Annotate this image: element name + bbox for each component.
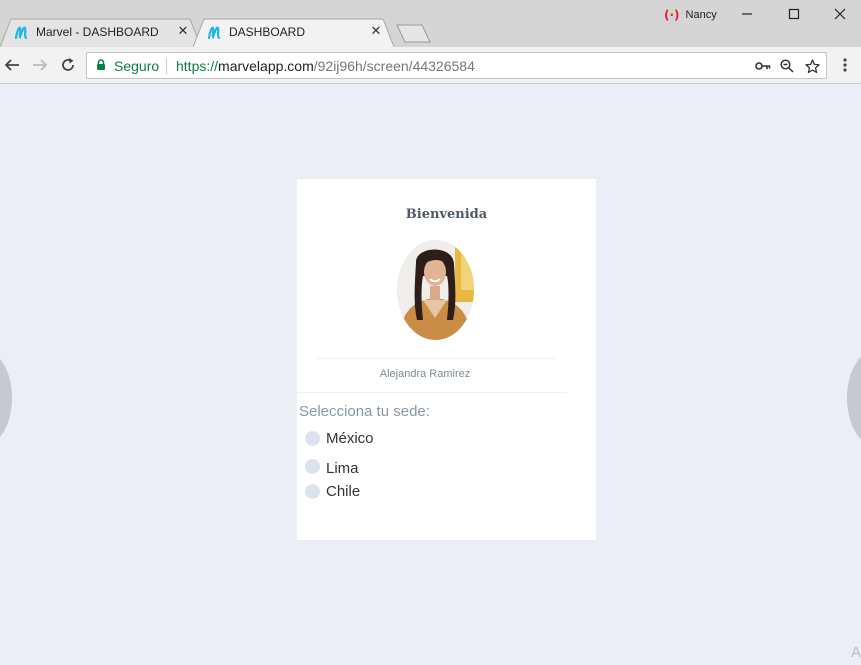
location-option-lima[interactable]: Lima — [305, 456, 359, 477]
close-tab-icon[interactable]: ✕ — [369, 24, 383, 38]
address-bar[interactable]: Seguro https://marvelapp.com/92ij96h/scr… — [86, 52, 827, 79]
minimize-icon — [742, 13, 752, 15]
url-path: /92ij96h/screen/44326584 — [313, 58, 475, 74]
close-tab-icon[interactable]: ✕ — [176, 24, 190, 38]
avatar — [397, 240, 474, 340]
location-option-chile[interactable]: Chile — [305, 481, 360, 501]
marvel-icon — [208, 26, 221, 40]
close-window-button[interactable] — [828, 3, 852, 25]
url-host: marvelapp.com — [218, 58, 314, 74]
divider — [297, 392, 567, 393]
profile-badge[interactable]: (·) Nancy — [664, 7, 717, 23]
new-tab-button[interactable] — [396, 24, 432, 44]
location-option-mexico[interactable]: México — [305, 428, 374, 448]
location-label: Chile — [326, 482, 361, 500]
saved-passwords-button[interactable] — [754, 57, 772, 75]
divider — [316, 358, 556, 359]
location-label: México — [326, 429, 374, 447]
zoom-button[interactable] — [778, 57, 796, 75]
key-icon — [755, 62, 771, 70]
back-arrow-icon — [4, 59, 19, 71]
maximize-icon — [788, 8, 800, 20]
location-prompt: Selecciona tu sede: — [299, 403, 430, 420]
url-text[interactable]: https://marvelapp.com/92ij96h/screen/443… — [176, 58, 475, 74]
radio-button[interactable] — [305, 430, 320, 446]
back-button[interactable] — [1, 54, 23, 76]
close-icon — [834, 8, 846, 20]
marvel-icon — [15, 26, 28, 40]
radio-button[interactable] — [305, 483, 320, 499]
welcome-card: Bienvenida Alejandra Ramirez Selecciona … — [297, 179, 596, 540]
maximize-button[interactable] — [782, 3, 806, 25]
tab-title: DASHBOARD — [229, 25, 306, 39]
forward-arrow-icon — [33, 59, 48, 71]
lock-icon — [97, 59, 105, 70]
corner-glyph: A — [851, 644, 861, 661]
secure-label: Seguro — [114, 58, 160, 74]
tab-dashboard[interactable]: DASHBOARD ✕ — [193, 18, 398, 47]
tab-marvel-dashboard[interactable]: Marvel - DASHBOARD ✕ — [0, 18, 205, 47]
browser-toolbar: Seguro https://marvelapp.com/92ij96h/scr… — [0, 47, 861, 84]
profile-name: Nancy — [685, 9, 717, 21]
reload-button[interactable] — [57, 54, 79, 76]
location-label: Lima — [326, 459, 359, 477]
welcome-heading: Bienvenida — [405, 207, 488, 222]
tab-title: Marvel - DASHBOARD — [36, 25, 159, 39]
omnibox-divider — [166, 58, 167, 74]
profile-photo — [397, 240, 474, 340]
star-icon — [804, 58, 820, 73]
forward-button[interactable] — [29, 54, 51, 76]
next-screen-button[interactable] — [847, 349, 861, 447]
prev-screen-button[interactable] — [0, 349, 12, 447]
url-scheme: https:// — [176, 58, 219, 74]
kebab-menu-icon — [843, 58, 847, 72]
page-viewport: Bienvenida Alejandra Ramirez Selecciona … — [0, 84, 861, 665]
radio-button[interactable] — [305, 458, 320, 474]
bookmark-button[interactable] — [803, 57, 821, 75]
profile-icon: (·) — [664, 8, 680, 22]
minimize-button[interactable] — [735, 3, 759, 25]
browser-menu-button[interactable] — [836, 55, 854, 75]
reload-icon — [62, 58, 74, 71]
zoom-out-icon — [780, 59, 794, 73]
user-name: Alejandra Ramirez — [379, 368, 471, 380]
browser-title-bar: Marvel - DASHBOARD ✕ DASHBOARD ✕ (·) Nan… — [0, 0, 861, 47]
